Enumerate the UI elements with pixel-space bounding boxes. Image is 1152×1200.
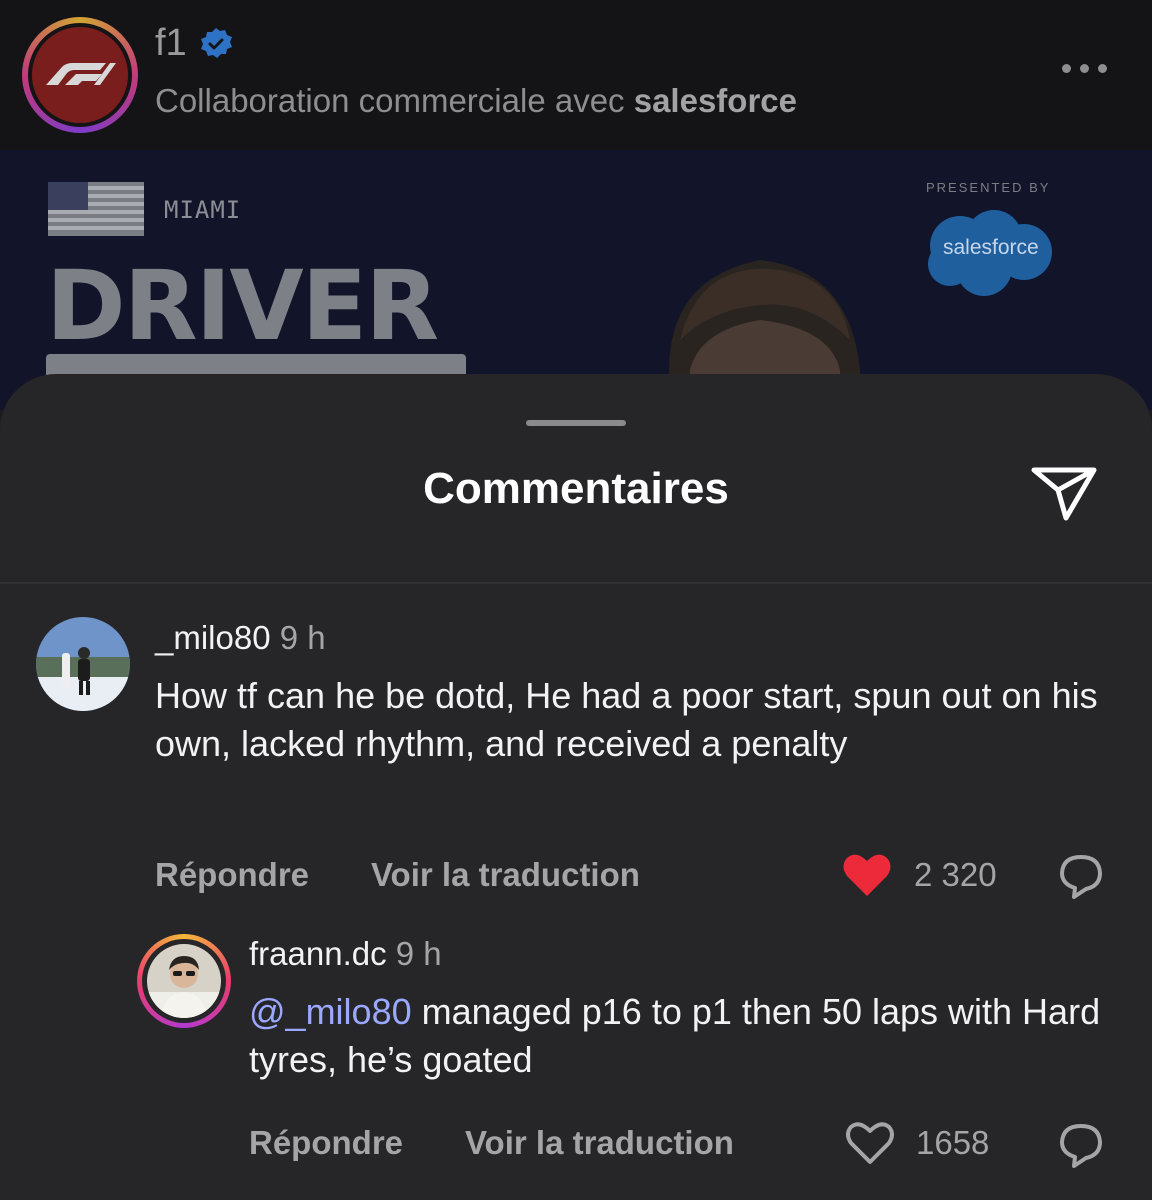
ellipsis-icon[interactable] — [1062, 64, 1107, 73]
sheet-title: Commentaires — [423, 464, 729, 513]
paper-plane-icon[interactable] — [1028, 460, 1100, 524]
like-count[interactable]: 2 320 — [914, 856, 997, 894]
f1-avatar[interactable] — [22, 17, 138, 133]
verified-badge-icon — [200, 27, 232, 58]
reply-button[interactable]: Répondre — [155, 856, 309, 894]
see-translation-button[interactable]: Voir la traduction — [371, 856, 640, 894]
partner-name[interactable]: salesforce — [634, 82, 797, 119]
like-count[interactable]: 1658 — [916, 1124, 989, 1162]
see-translation-button[interactable]: Voir la traduction — [465, 1124, 734, 1162]
reply-bubble-icon[interactable] — [1058, 1122, 1104, 1168]
comment-text: @_milo80 managed p16 to p1 then 50 laps … — [249, 991, 1101, 1080]
avatar — [147, 944, 221, 1018]
sponsor-name: salesforce — [943, 236, 1039, 259]
f1-logo-icon — [32, 27, 128, 123]
comment-username[interactable]: _milo80 9 h — [155, 619, 326, 657]
media-title: DRIVER — [46, 250, 439, 362]
us-flag-icon — [48, 182, 144, 236]
race-city: MIAMI — [164, 196, 242, 224]
heart-filled-icon[interactable] — [842, 852, 892, 898]
comment-time: 9 h — [395, 935, 442, 972]
story-ring[interactable] — [137, 934, 231, 1028]
reply-button[interactable]: Répondre — [249, 1124, 403, 1162]
sheet-grabber[interactable] — [526, 420, 626, 426]
user-mention[interactable]: @_milo80 — [249, 991, 412, 1032]
post-media[interactable]: MIAMI DRIVER PRESENTED BY salesforce — [0, 150, 1152, 410]
presented-by-label: PRESENTED BY — [926, 180, 1051, 195]
comment-username[interactable]: fraann.dc 9 h — [249, 935, 442, 973]
collaboration-subtitle: Collaboration commerciale avec salesforc… — [155, 82, 797, 119]
reply-bubble-icon[interactable] — [1058, 853, 1104, 899]
heart-outline-icon[interactable] — [845, 1120, 895, 1166]
avatar[interactable] — [36, 617, 130, 711]
sheet-divider — [0, 582, 1152, 584]
post-header: f1 Collaboration commerciale avec salesf… — [0, 0, 1152, 150]
comment-text: How tf can he be dotd, He had a poor sta… — [155, 675, 1098, 764]
comment-time: 9 h — [279, 619, 326, 656]
post-username[interactable]: f1 — [155, 22, 233, 65]
